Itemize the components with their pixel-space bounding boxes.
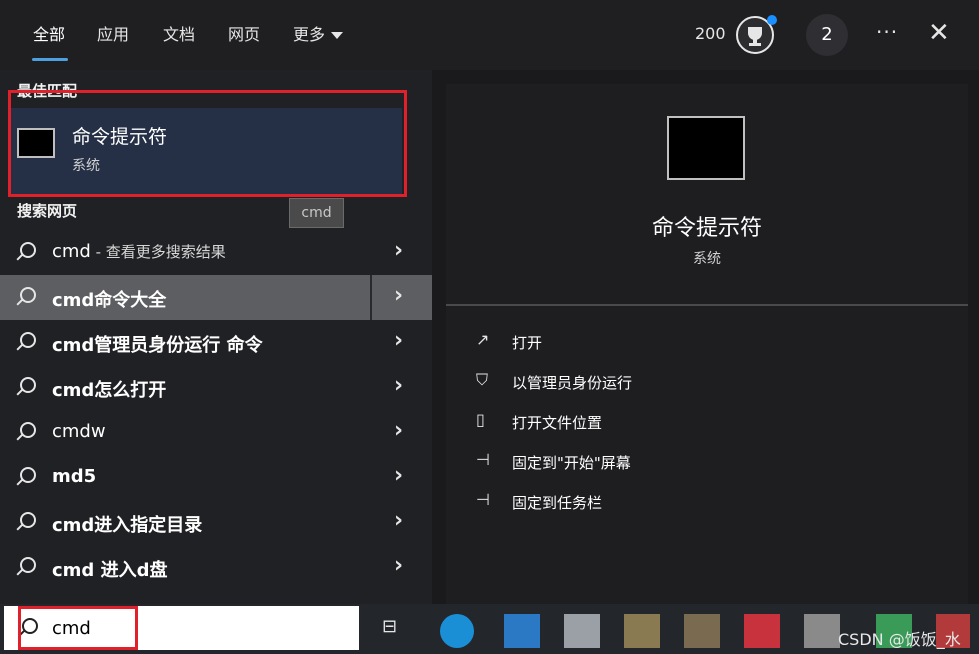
tab-all[interactable]: 全部 [33, 24, 65, 46]
search-icon [20, 242, 36, 258]
result-label: cmd 进入d盘 [52, 560, 168, 581]
tab-more-label: 更多 [293, 25, 326, 44]
result-row[interactable]: cmd管理员身份运行 命令 › [0, 320, 432, 365]
search-icon [20, 422, 36, 438]
result-row[interactable]: cmd命令大全 › [0, 275, 432, 320]
tab-apps[interactable]: 应用 [97, 24, 129, 46]
best-match-name: 命令提示符 [72, 126, 168, 148]
app-icon-1[interactable] [504, 614, 540, 648]
app-icon-4[interactable] [684, 614, 720, 648]
best-match-title: 最佳匹配 [17, 82, 78, 100]
close-icon[interactable]: ✕ [928, 18, 950, 48]
app-icon-2[interactable] [564, 614, 600, 648]
result-label: md5 [52, 466, 97, 487]
task-view-icon[interactable]: ⊟ [382, 616, 397, 637]
result-row[interactable]: cmd进入指定目录 › [0, 500, 432, 545]
rewards-points: 200 [695, 24, 726, 43]
row-divider [370, 275, 372, 320]
search-icon [22, 618, 38, 634]
app-icon-3[interactable] [624, 614, 660, 648]
details-divider [446, 304, 968, 306]
result-label: cmd怎么打开 [52, 380, 167, 401]
search-icon [20, 377, 36, 393]
app-icon-5[interactable] [744, 614, 780, 648]
edge-icon[interactable] [440, 614, 474, 648]
action-label: 打开文件位置 [512, 414, 603, 432]
file-location-icon: ▯ [476, 410, 485, 429]
chevron-right-icon[interactable]: › [394, 508, 403, 533]
open-icon: ↗ [476, 330, 490, 349]
details-name: 命令提示符 [651, 216, 762, 241]
action-label: 以管理员身份运行 [512, 374, 633, 392]
chevron-down-icon [331, 32, 344, 39]
details-subtitle: 系统 [693, 251, 721, 267]
chevron-right-icon[interactable]: › [394, 463, 403, 488]
result-label: cmdw [52, 421, 106, 442]
chevron-right-icon[interactable]: › [394, 553, 403, 578]
shield-icon: ⛉ [476, 370, 489, 389]
chevron-right-icon[interactable]: › [394, 418, 403, 443]
search-icon [20, 332, 36, 348]
search-icon [20, 467, 36, 483]
result-suffix: - 查看更多搜索结果 [90, 243, 226, 261]
tab-more[interactable]: 更多 [293, 24, 344, 46]
search-icon [20, 287, 36, 303]
search-icon [20, 512, 36, 528]
result-label: cmd命令大全 [52, 290, 167, 311]
tab-documents[interactable]: 文档 [163, 24, 195, 46]
command-prompt-icon [667, 116, 745, 180]
action-label: 打开 [512, 334, 543, 352]
result-row[interactable]: cmdw › [0, 410, 432, 455]
best-match-item[interactable] [10, 108, 402, 196]
search-input[interactable]: cmd [52, 618, 91, 639]
pin-icon: ⊣ [476, 490, 490, 509]
action-label: 固定到"开始"屏幕 [512, 454, 631, 472]
result-label: cmd - 查看更多搜索结果 [52, 241, 226, 262]
tab-web[interactable]: 网页 [228, 24, 260, 46]
action-label: 固定到任务栏 [512, 494, 603, 512]
active-tab-indicator [32, 58, 68, 61]
web-search-title: 搜索网页 [17, 202, 78, 220]
result-row[interactable]: md5 › [0, 455, 432, 500]
tooltip: cmd [289, 198, 344, 228]
result-label: cmd管理员身份运行 命令 [52, 335, 263, 356]
chevron-right-icon[interactable]: › [394, 283, 403, 308]
result-row[interactable]: cmd 进入d盘 › [0, 545, 432, 590]
chevron-right-icon[interactable]: › [394, 238, 403, 263]
watermark: CSDN @饭饭_水 [838, 630, 961, 649]
best-match-subtitle: 系统 [72, 158, 100, 174]
command-prompt-icon [17, 128, 55, 158]
chevron-right-icon[interactable]: › [394, 373, 403, 398]
result-label: cmd进入指定目录 [52, 515, 203, 536]
more-options-icon[interactable]: ··· [876, 20, 898, 44]
app-icon-6[interactable] [804, 614, 840, 648]
result-row[interactable]: cmd怎么打开 › [0, 365, 432, 410]
notification-dot [767, 15, 777, 25]
account-badge[interactable]: 2 [806, 14, 848, 56]
search-icon [20, 557, 36, 573]
result-row[interactable]: cmd - 查看更多搜索结果 › [0, 230, 432, 275]
chevron-right-icon[interactable]: › [394, 328, 403, 353]
pin-icon: ⊣ [476, 450, 490, 469]
result-term: cmd [52, 241, 91, 262]
